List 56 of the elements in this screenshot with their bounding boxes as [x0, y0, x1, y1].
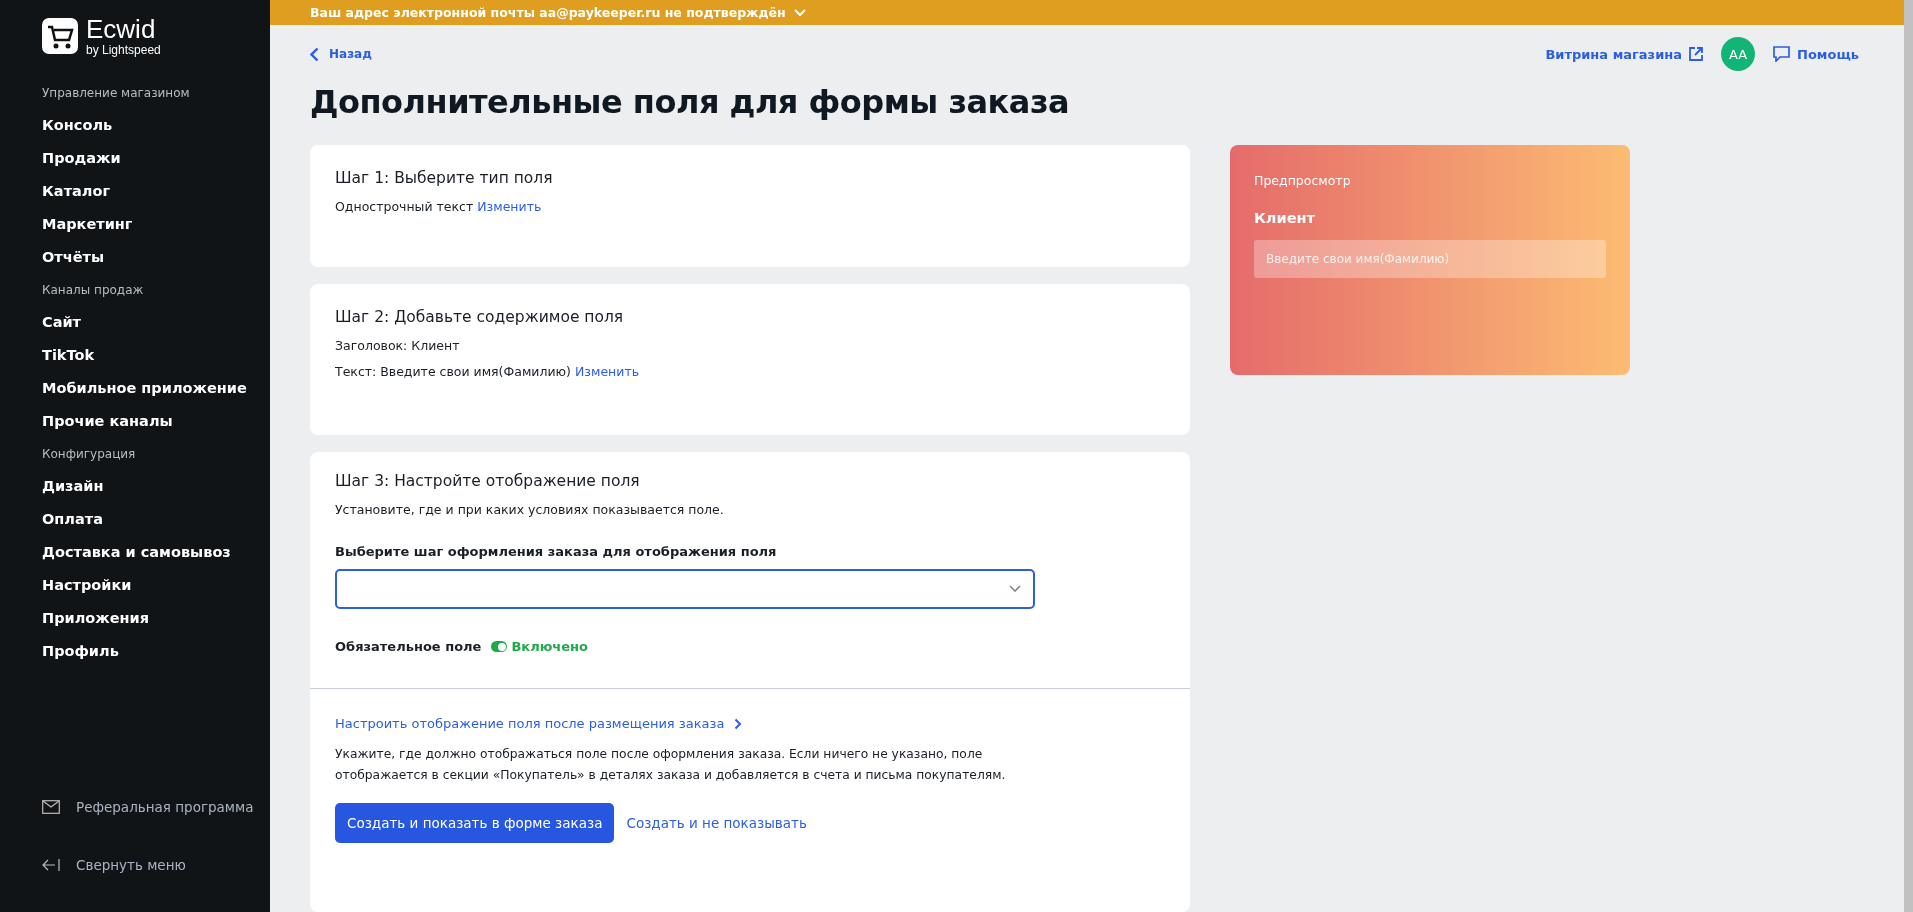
- nav-item[interactable]: Дизайн: [42, 469, 270, 502]
- step-title: Шаг 1: Выберите тип поля: [335, 169, 554, 187]
- field-text: Текст: Введите свои имя(Фамилию) Изменить: [335, 364, 641, 381]
- step-title: Шаг 2: Добавьте содержимое поля: [335, 308, 625, 326]
- create-and-show-button[interactable]: Создать и показать в форме заказа: [335, 802, 615, 843]
- storefront-link[interactable]: Витрина магазина: [1545, 46, 1704, 62]
- nav-item[interactable]: Консоль: [42, 108, 270, 141]
- page-title: Дополнительные поля для формы заказа: [310, 83, 1071, 121]
- step-description: Установите, где и при каких условиях показывается поле.: [335, 502, 725, 519]
- nav-item[interactable]: Мобильное приложение: [42, 371, 270, 404]
- nav-item[interactable]: Сайт: [42, 305, 270, 338]
- collapse-arrow-icon: [42, 858, 60, 872]
- chat-bubble-icon: [1773, 46, 1791, 62]
- nav-item[interactable]: Настройки: [42, 568, 270, 601]
- nav-item[interactable]: Доставка и самовывоз: [42, 535, 270, 568]
- help-link[interactable]: Помощь: [1773, 46, 1859, 62]
- nav-item[interactable]: Оплата: [42, 502, 270, 535]
- section-heading: Каналы продаж: [42, 283, 145, 297]
- nav-item[interactable]: Профиль: [42, 634, 270, 667]
- toggle-status: Включено: [511, 639, 588, 655]
- change-link[interactable]: Изменить: [574, 364, 640, 380]
- select-label: Выберите шаг оформления заказа для отображения поля: [335, 544, 778, 560]
- envelope-icon: [42, 800, 60, 814]
- nav-item[interactable]: Маркетинг: [42, 207, 270, 240]
- preview-field-label: Клиент: [1254, 210, 1316, 226]
- step-title: Шаг 3: Настройте отображение поля: [335, 472, 641, 490]
- cart-logo-icon: [42, 18, 78, 54]
- sidebar-footer-link[interactable]: Реферальная программа: [42, 778, 270, 836]
- nav-item[interactable]: Приложения: [42, 601, 270, 634]
- field-type-text: Однострочный текст Изменить: [335, 199, 543, 216]
- change-link[interactable]: Изменить: [477, 199, 542, 214]
- nav-item[interactable]: Прочие каналы: [42, 404, 270, 437]
- chevron-down-icon: [793, 8, 806, 17]
- field-heading-text: Заголовок: Клиент: [335, 338, 461, 355]
- nav-item[interactable]: Отчёты: [42, 240, 270, 273]
- scrollbar[interactable]: [1904, 0, 1913, 912]
- after-order-description: Укажите, где должно отображаться поле после оформления заказа. Если ничего не указано, поле отображается в секции «Покупатель» в деталях заказа и добавляется в счета и письма покупателям.: [335, 746, 1007, 784]
- section-heading: Конфигурация: [42, 447, 137, 461]
- required-toggle[interactable]: [491, 641, 508, 653]
- sidebar-footer-link[interactable]: Свернуть меню: [42, 836, 270, 894]
- create-hidden-link[interactable]: Создать и не показывать: [626, 814, 807, 831]
- chevron-down-icon: [1009, 585, 1021, 594]
- after-order-settings-link[interactable]: Настроить отображение поля после размещения заказа: [335, 716, 743, 732]
- nav-item[interactable]: Каталог: [42, 174, 270, 207]
- chevron-left-icon: [310, 46, 319, 62]
- logo-tagline: by Lightspeed: [86, 44, 161, 56]
- required-field-label: Обязательное поле: [335, 639, 482, 655]
- nav-item[interactable]: Продажи: [42, 141, 270, 174]
- chevron-right-icon: [734, 717, 743, 730]
- logo-name: Ecwid: [86, 16, 157, 42]
- back-link[interactable]: Назад: [310, 46, 372, 62]
- nav-item[interactable]: TikTok: [42, 338, 270, 371]
- external-link-icon: [1689, 47, 1704, 61]
- preview-title: Предпросмотр: [1254, 173, 1352, 188]
- section-heading: Управление магазином: [42, 86, 191, 100]
- checkout-step-select[interactable]: [335, 569, 1035, 610]
